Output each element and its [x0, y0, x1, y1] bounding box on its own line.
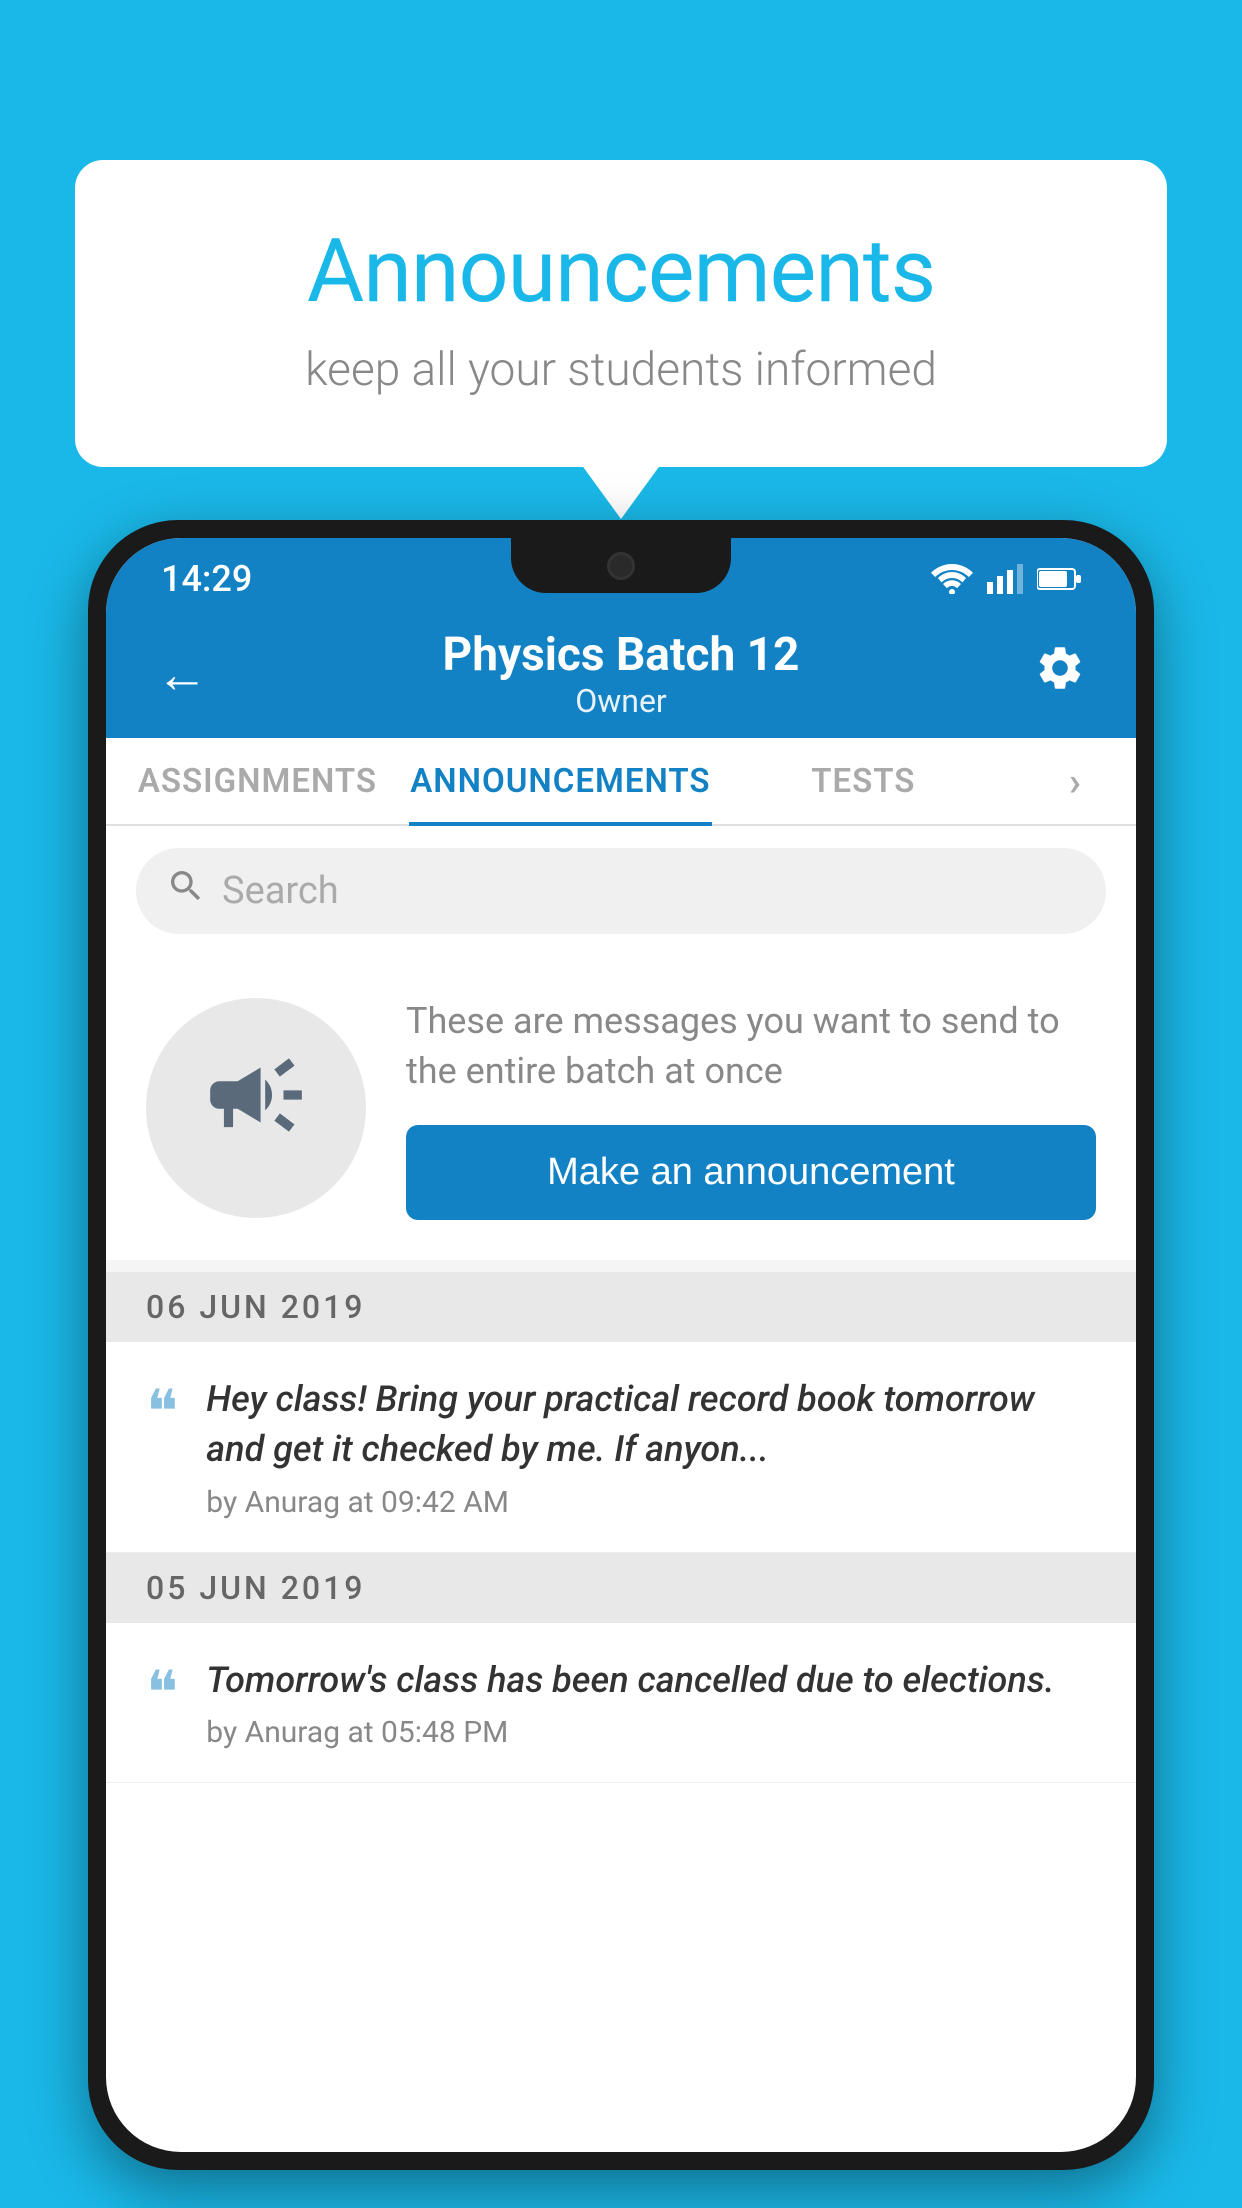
- date-separator-1: 06 JUN 2019: [106, 1272, 1136, 1342]
- search-icon: [166, 866, 206, 916]
- phone-camera: [607, 552, 635, 580]
- battery-icon: [1037, 567, 1081, 591]
- tabs-bar: ASSIGNMENTS ANNOUNCEMENTS TESTS ›: [106, 738, 1136, 826]
- make-announcement-button[interactable]: Make an announcement: [406, 1125, 1096, 1220]
- tab-assignments[interactable]: ASSIGNMENTS: [106, 738, 409, 824]
- megaphone-circle: [146, 998, 366, 1218]
- header-title-block: Physics Batch 12 Owner: [218, 628, 1024, 720]
- megaphone-icon: [201, 1040, 311, 1175]
- search-bar[interactable]: Search: [136, 848, 1106, 934]
- announcement-item-2: ❝ Tomorrow's class has been cancelled du…: [106, 1623, 1136, 1783]
- speech-bubble-container: Announcements keep all your students inf…: [75, 160, 1167, 467]
- quote-icon-2: ❝: [146, 1663, 178, 1723]
- signal-icon: [987, 564, 1023, 594]
- announcement-text-2: Tomorrow's class has been cancelled due …: [206, 1655, 1096, 1750]
- announcement-body-2: Tomorrow's class has been cancelled due …: [206, 1655, 1096, 1705]
- tab-tests[interactable]: TESTS: [712, 738, 1015, 824]
- app-header: ← Physics Batch 12 Owner: [106, 610, 1136, 738]
- search-placeholder: Search: [222, 869, 339, 913]
- date-separator-2: 05 JUN 2019: [106, 1553, 1136, 1623]
- announcement-cta: These are messages you want to send to t…: [106, 956, 1136, 1260]
- phone-notch: [511, 538, 731, 593]
- tab-more[interactable]: ›: [1015, 738, 1136, 824]
- wifi-icon: [931, 564, 973, 594]
- search-container: Search: [106, 826, 1136, 956]
- speech-bubble: Announcements keep all your students inf…: [75, 160, 1167, 467]
- quote-icon-1: ❝: [146, 1382, 178, 1442]
- gear-icon: [1034, 642, 1086, 694]
- phone-screen: 14:29: [106, 538, 1136, 2152]
- status-time: 14:29: [161, 558, 252, 600]
- speech-bubble-title: Announcements: [155, 220, 1087, 323]
- announcement-text-1: Hey class! Bring your practical record b…: [206, 1374, 1096, 1520]
- speech-bubble-subtitle: keep all your students informed: [155, 343, 1087, 397]
- announcement-meta-2: by Anurag at 05:48 PM: [206, 1715, 1096, 1750]
- phone-container: 14:29: [88, 520, 1154, 2208]
- cta-right: These are messages you want to send to t…: [406, 996, 1096, 1220]
- announcement-item-1: ❝ Hey class! Bring your practical record…: [106, 1342, 1136, 1553]
- header-subtitle: Owner: [218, 682, 1024, 720]
- cta-description: These are messages you want to send to t…: [406, 996, 1096, 1097]
- settings-button[interactable]: [1024, 632, 1096, 716]
- header-title: Physics Batch 12: [218, 628, 1024, 682]
- back-button[interactable]: ←: [146, 634, 218, 715]
- tab-announcements[interactable]: ANNOUNCEMENTS: [409, 738, 712, 824]
- status-icons: [931, 564, 1081, 594]
- content-area: Search These are messages you want to se…: [106, 826, 1136, 1783]
- phone-outer: 14:29: [88, 520, 1154, 2170]
- announcement-meta-1: by Anurag at 09:42 AM: [206, 1485, 1096, 1520]
- announcement-body-1: Hey class! Bring your practical record b…: [206, 1374, 1096, 1475]
